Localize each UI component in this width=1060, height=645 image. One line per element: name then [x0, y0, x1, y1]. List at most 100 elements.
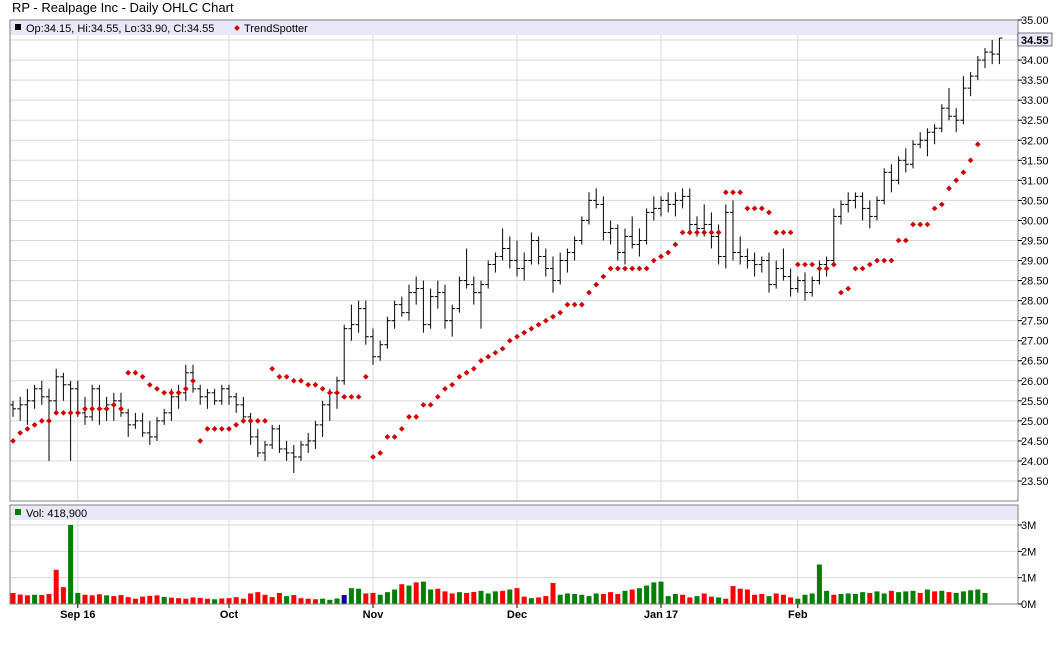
trendspotter-dot: [614, 265, 621, 272]
trendspotter-dot: [528, 325, 535, 332]
volume-bar: [68, 525, 74, 604]
trendspotter-dot: [722, 189, 729, 196]
volume-bar: [140, 596, 146, 604]
price-tick-label: 33.00: [1021, 95, 1049, 107]
trendspotter-dot: [96, 406, 103, 412]
trendspotter-dot: [290, 377, 297, 384]
price-tick-label: 24.00: [1021, 456, 1049, 468]
ohlc-bar: [226, 384, 232, 405]
volume-bar: [413, 582, 419, 604]
volume-bar: [831, 594, 837, 604]
trendspotter-dot: [348, 393, 355, 400]
volume-bar: [910, 590, 916, 604]
trendspotter-dot: [463, 369, 470, 376]
ohlc-bar: [420, 280, 427, 333]
volume-bar: [240, 598, 246, 604]
ohlc-bar: [456, 276, 463, 313]
volume-bar: [557, 594, 563, 604]
volume-bar: [586, 596, 592, 604]
trendspotter-dot: [456, 373, 463, 380]
volume-bar: [341, 595, 347, 604]
price-tick-label: 25.00: [1021, 416, 1049, 428]
volume-bar: [478, 590, 484, 604]
trendspotter-dot: [168, 389, 175, 396]
volume-bar: [111, 596, 117, 604]
ohlc-bar: [276, 424, 283, 453]
ohlc-bar: [478, 280, 484, 329]
ohlc-bar: [672, 192, 679, 217]
ohlc-bar: [600, 196, 607, 241]
trendspotter-dot: [564, 301, 571, 308]
volume-bar: [104, 595, 110, 604]
volume-bar: [680, 594, 686, 604]
ohlc-bar: [204, 388, 211, 409]
volume-bar: [629, 589, 635, 604]
volume-bar: [788, 597, 794, 604]
ohlc-bar: [211, 388, 218, 405]
trendspotter-dot: [650, 257, 657, 264]
trendspotter-dot: [420, 402, 427, 408]
ohlc-bar: [53, 368, 60, 413]
volume-bar: [716, 597, 722, 604]
volume-bar: [615, 593, 621, 604]
volume-bar: [802, 594, 808, 604]
volume-bar: [370, 592, 376, 604]
price-axis: 23.50 24.00 24.50 25.00 25.50 26.00 26.50 27.00…: [1018, 15, 1049, 488]
ohlc-bar: [866, 200, 873, 229]
ohlc-bar: [96, 384, 103, 425]
trendspotter-dot: [938, 201, 945, 208]
volume-bar: [982, 592, 988, 604]
ohlc-bar: [362, 300, 369, 345]
trendspotter-dot: [82, 406, 88, 412]
ohlc-bar: [550, 256, 556, 293]
volume-bar: [723, 598, 729, 604]
ohlc-bar: [442, 284, 448, 329]
volume-bar: [572, 593, 578, 604]
volume-bar: [334, 598, 340, 604]
ohlc-bar: [679, 188, 686, 209]
ohlc-bar: [593, 188, 600, 209]
volume-legend-text: Vol: 418,900: [26, 508, 87, 520]
trendspotter-dot: [823, 265, 830, 272]
volume-bar: [420, 581, 426, 604]
trendspotter-dot: [672, 241, 679, 248]
volume-bar: [744, 589, 750, 604]
trendspotter-dot: [492, 349, 499, 356]
volume-bar: [471, 591, 477, 604]
ohlc-bar: [888, 164, 895, 193]
volume-bar: [262, 594, 268, 604]
date-tick-label: Sep 16: [60, 609, 95, 621]
volume-bar: [780, 594, 786, 604]
volume-bar: [248, 593, 254, 604]
trendspotter-dot: [967, 157, 974, 164]
volume-bars: [10, 525, 988, 604]
ohlc-bar: [809, 276, 816, 297]
volume-bar: [406, 585, 412, 604]
volume-bar: [226, 598, 232, 604]
trendspotter-dot: [10, 438, 16, 444]
ohlc-bar: [89, 384, 96, 421]
volume-bar: [118, 595, 124, 604]
trendspotter-dot: [780, 229, 787, 236]
trendspotter-dot: [154, 385, 160, 392]
trendspotter-dot: [622, 265, 628, 272]
trendspotter-dot: [737, 189, 744, 196]
ohlc-bar: [528, 232, 535, 265]
date-tick-label: Dec: [507, 609, 527, 621]
ohlc-bar: [730, 200, 736, 261]
trendspotter-dot: [593, 281, 600, 288]
trendspotter-dot: [247, 418, 254, 424]
trendspotter-dot: [298, 377, 304, 384]
date-axis: Sep 16 Oct Nov Dec Jan 17 Feb: [60, 604, 808, 621]
ohlc-bar: [499, 228, 506, 261]
trendspotter-dot: [679, 229, 686, 236]
trendspotter-dot: [442, 385, 448, 392]
volume-bar: [687, 597, 693, 604]
volume-bar: [96, 594, 102, 604]
price-tick-label: 28.50: [1021, 276, 1049, 288]
volume-bar: [305, 598, 311, 604]
volume-bar: [212, 599, 218, 604]
trendspotter-dot: [694, 229, 700, 236]
volume-bar: [874, 591, 880, 604]
ohlc-bar: [290, 444, 297, 473]
